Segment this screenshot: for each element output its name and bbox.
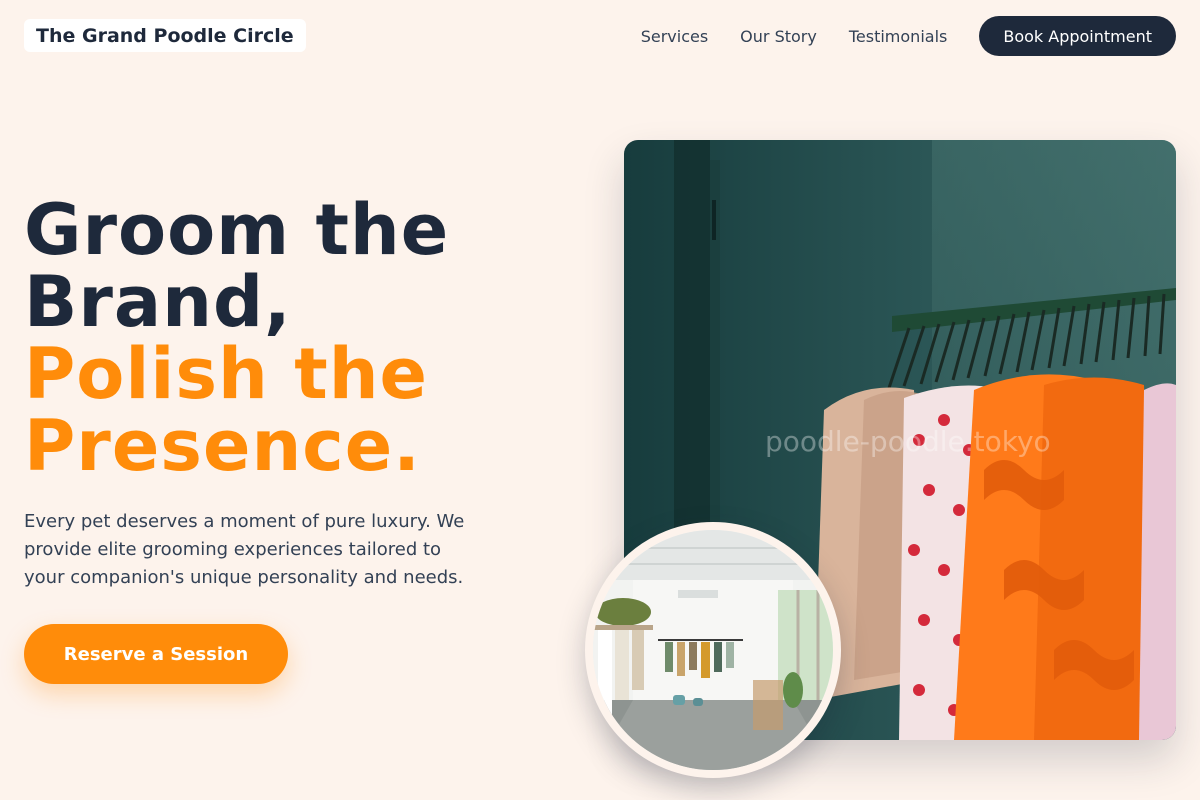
- book-appointment-button[interactable]: Book Appointment: [979, 16, 1176, 56]
- main-nav: Services Our Story Testimonials Book App…: [641, 16, 1176, 56]
- nav-services[interactable]: Services: [641, 27, 708, 46]
- hero-title-accent-1: Polish the: [24, 333, 429, 415]
- hero-title: Groom the Brand, Polish the Presence.: [24, 194, 449, 482]
- hero-title-line-2: Brand,: [24, 261, 292, 343]
- nav-testimonials[interactable]: Testimonials: [849, 27, 948, 46]
- reserve-session-button[interactable]: Reserve a Session: [24, 624, 288, 684]
- image-watermark: poodle-poodle.tokyo: [765, 425, 1051, 458]
- boutique-interior-photo: [585, 522, 841, 778]
- hero-description: Every pet deserves a moment of pure luxu…: [24, 511, 465, 588]
- nav-our-story[interactable]: Our Story: [740, 27, 817, 46]
- brand-logo[interactable]: The Grand Poodle Circle: [24, 19, 306, 52]
- hero-title-line-1: Groom the: [24, 189, 450, 271]
- hero-title-accent-2: Presence.: [24, 405, 421, 487]
